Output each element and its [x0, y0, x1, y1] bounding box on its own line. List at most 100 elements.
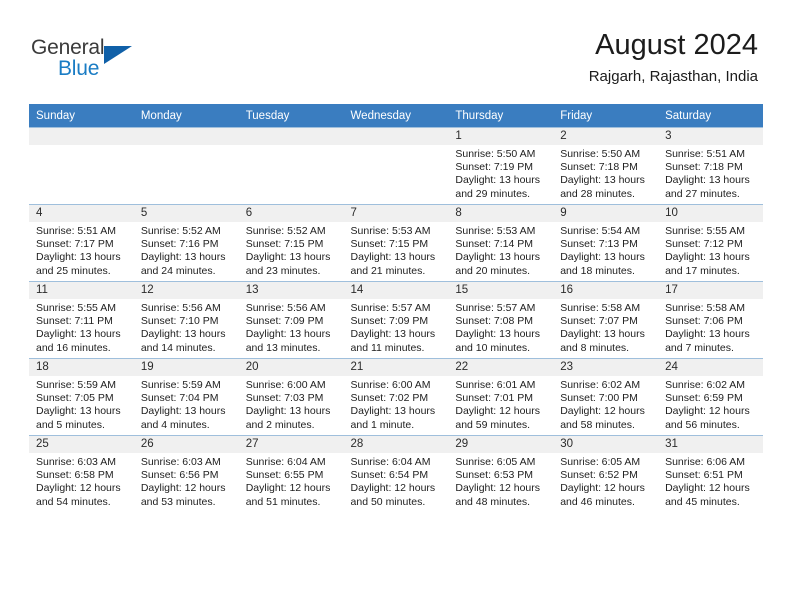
calendar-day-cell[interactable]: 19 Sunrise: 5:59 AM Sunset: 7:04 PM Dayligh… — [133, 358, 239, 436]
calendar-day-cell[interactable]: 2 Sunrise: 5:50 AM Sunset: 7:18 PM Daylight… — [553, 127, 659, 205]
calendar-day-cell[interactable]: 11 Sunrise: 5:55 AM Sunset: 7:11 PM Dayligh… — [29, 281, 134, 359]
day-cell-inner: 15 Sunrise: 5:57 AM Sunset: 7:08 PM Dayligh… — [448, 282, 554, 358]
day-cell-inner: 5 Sunrise: 5:52 AM Sunset: 7:16 PM Daylight… — [133, 205, 239, 281]
daylight-text-line1: Daylight: 12 hours — [560, 405, 645, 418]
calendar-day-cell[interactable]: 18 Sunrise: 5:59 AM Sunset: 7:05 PM Dayligh… — [29, 358, 134, 436]
calendar-day-cell[interactable]: 7 Sunrise: 5:53 AM Sunset: 7:15 PM Daylight… — [343, 204, 449, 282]
day-details: Sunrise: 5:57 AM Sunset: 7:09 PM Daylight:… — [344, 299, 449, 355]
daylight-text-line2: and 21 minutes. — [350, 264, 426, 277]
day-number: 2 — [553, 128, 659, 145]
daylight-text-line1: Daylight: 13 hours — [36, 251, 121, 264]
calendar-day-cell[interactable]: 28 Sunrise: 6:04 AM Sunset: 6:54 PM Dayligh… — [343, 435, 449, 512]
calendar-day-cell[interactable]: 12 Sunrise: 5:56 AM Sunset: 7:10 PM Dayligh… — [133, 281, 239, 359]
calendar-day-cell[interactable]: 15 Sunrise: 5:57 AM Sunset: 7:08 PM Dayligh… — [448, 281, 554, 359]
day-number: 19 — [133, 359, 239, 376]
day-cell-inner: 17 Sunrise: 5:58 AM Sunset: 7:06 PM Dayligh… — [658, 282, 763, 358]
daylight-text-line2: and 48 minutes. — [455, 495, 531, 508]
sunrise-text: Sunrise: 5:50 AM — [455, 148, 536, 160]
sunrise-text: Sunrise: 6:04 AM — [245, 456, 326, 468]
calendar-day-cell[interactable]: 5 Sunrise: 5:52 AM Sunset: 7:16 PM Daylight… — [133, 204, 239, 282]
calendar-day-cell[interactable]: 22 Sunrise: 6:01 AM Sunset: 7:01 PM Dayligh… — [448, 358, 554, 436]
calendar-day-cell[interactable]: 4 Sunrise: 5:51 AM Sunset: 7:17 PM Daylight… — [29, 204, 134, 282]
sunrise-text: Sunrise: 6:05 AM — [455, 456, 536, 468]
day-details: Sunrise: 5:59 AM Sunset: 7:04 PM Daylight:… — [134, 376, 239, 432]
daylight-text-line2: and 53 minutes. — [140, 495, 216, 508]
day-cell-inner: 30 Sunrise: 6:05 AM Sunset: 6:52 PM Dayligh… — [553, 436, 659, 512]
daylight-text-line2: and 56 minutes. — [665, 418, 740, 431]
sunset-text: Sunset: 7:09 PM — [350, 315, 429, 328]
day-cell-inner: 6 Sunrise: 5:52 AM Sunset: 7:15 PM Daylight… — [238, 205, 344, 281]
calendar-day-cell[interactable]: 31 Sunrise: 6:06 AM Sunset: 6:51 PM Dayligh… — [658, 435, 763, 512]
daylight-text-line2: and 50 minutes. — [350, 495, 426, 508]
calendar-day-cell[interactable]: 16 Sunrise: 5:58 AM Sunset: 7:07 PM Dayligh… — [553, 281, 659, 359]
daylight-text-line2: and 14 minutes. — [140, 341, 216, 354]
calendar-page: General Blue August 2024 Rajgarh, Rajast… — [0, 0, 792, 612]
weekday-header-tuesday: Tuesday — [238, 104, 344, 128]
sunset-text: Sunset: 7:07 PM — [560, 315, 638, 328]
daylight-text-line1: Daylight: 13 hours — [245, 251, 331, 264]
daylight-text-line2: and 18 minutes. — [560, 264, 635, 277]
calendar-day-cell[interactable]: 10 Sunrise: 5:55 AM Sunset: 7:12 PM Dayligh… — [658, 204, 763, 282]
sunset-text: Sunset: 7:13 PM — [560, 238, 638, 251]
calendar-day-cell-empty — [238, 127, 344, 205]
sunset-text: Sunset: 7:00 PM — [560, 392, 638, 405]
daylight-text-line1: Daylight: 13 hours — [350, 251, 436, 264]
weekday-header-wednesday: Wednesday — [343, 104, 449, 128]
calendar-day-cell[interactable]: 26 Sunrise: 6:03 AM Sunset: 6:56 PM Dayligh… — [133, 435, 239, 512]
sunset-text: Sunset: 7:19 PM — [455, 161, 534, 174]
daylight-text-line1: Daylight: 13 hours — [245, 328, 331, 341]
calendar-day-cell[interactable]: 8 Sunrise: 5:53 AM Sunset: 7:14 PM Daylight… — [448, 204, 554, 282]
daylight-text-line2: and 11 minutes. — [350, 341, 425, 354]
daylight-text-line2: and 51 minutes. — [245, 495, 321, 508]
daylight-text-line1: Daylight: 12 hours — [455, 405, 541, 418]
day-number: 5 — [133, 205, 239, 222]
sunset-text: Sunset: 7:18 PM — [665, 161, 743, 174]
calendar-day-cell[interactable]: 1 Sunrise: 5:50 AM Sunset: 7:19 PM Daylight… — [448, 127, 554, 205]
calendar-week-row: 4 Sunrise: 5:51 AM Sunset: 7:17 PM Daylight… — [29, 204, 763, 282]
day-cell-inner: 27 Sunrise: 6:04 AM Sunset: 6:55 PM Dayligh… — [238, 436, 344, 512]
calendar-day-cell[interactable]: 20 Sunrise: 6:00 AM Sunset: 7:03 PM Dayligh… — [238, 358, 344, 436]
calendar-day-cell[interactable]: 25 Sunrise: 6:03 AM Sunset: 6:58 PM Dayligh… — [29, 435, 134, 512]
page-title: August 2024 — [595, 29, 758, 61]
daylight-text-line1: Daylight: 13 hours — [350, 328, 436, 341]
day-cell-inner: 8 Sunrise: 5:53 AM Sunset: 7:14 PM Daylight… — [448, 205, 554, 281]
sunset-text: Sunset: 6:53 PM — [455, 469, 534, 482]
calendar-day-cell-empty — [29, 127, 134, 205]
brand-logo[interactable]: General Blue — [31, 36, 231, 86]
calendar-day-cell[interactable]: 6 Sunrise: 5:52 AM Sunset: 7:15 PM Daylight… — [238, 204, 344, 282]
day-details: Sunrise: 5:51 AM Sunset: 7:18 PM Daylight:… — [658, 145, 763, 201]
daylight-text-line2: and 54 minutes. — [36, 495, 111, 508]
weekday-header-saturday: Saturday — [658, 104, 763, 128]
calendar-day-cell[interactable]: 17 Sunrise: 5:58 AM Sunset: 7:06 PM Dayligh… — [658, 281, 763, 359]
calendar-day-cell[interactable]: 14 Sunrise: 5:57 AM Sunset: 7:09 PM Dayligh… — [343, 281, 449, 359]
day-number: 12 — [133, 282, 239, 299]
calendar-day-cell[interactable]: 24 Sunrise: 6:02 AM Sunset: 6:59 PM Dayligh… — [658, 358, 763, 436]
sunrise-text: Sunrise: 5:55 AM — [665, 225, 746, 237]
daylight-text-line2: and 5 minutes. — [36, 418, 105, 431]
day-cell-inner: 14 Sunrise: 5:57 AM Sunset: 7:09 PM Dayligh… — [343, 282, 449, 358]
day-cell-inner — [343, 128, 449, 204]
daylight-text-line2: and 46 minutes. — [560, 495, 635, 508]
sunrise-text: Sunrise: 6:03 AM — [140, 456, 221, 468]
day-cell-inner: 28 Sunrise: 6:04 AM Sunset: 6:54 PM Dayligh… — [343, 436, 449, 512]
calendar-day-cell[interactable]: 3 Sunrise: 5:51 AM Sunset: 7:18 PM Daylight… — [658, 127, 763, 205]
sunrise-text: Sunrise: 6:05 AM — [560, 456, 641, 468]
calendar-day-cell[interactable]: 30 Sunrise: 6:05 AM Sunset: 6:52 PM Dayligh… — [553, 435, 659, 512]
daylight-text-line1: Daylight: 13 hours — [350, 405, 436, 418]
day-details: Sunrise: 5:50 AM Sunset: 7:18 PM Daylight:… — [553, 145, 658, 201]
day-cell-inner: 25 Sunrise: 6:03 AM Sunset: 6:58 PM Dayligh… — [29, 436, 134, 512]
calendar-day-cell[interactable]: 9 Sunrise: 5:54 AM Sunset: 7:13 PM Daylight… — [553, 204, 659, 282]
day-cell-inner: 20 Sunrise: 6:00 AM Sunset: 7:03 PM Dayligh… — [238, 359, 344, 435]
day-number: 15 — [448, 282, 554, 299]
day-details: Sunrise: 5:53 AM Sunset: 7:14 PM Daylight:… — [448, 222, 553, 278]
calendar-day-cell[interactable]: 21 Sunrise: 6:00 AM Sunset: 7:02 PM Dayligh… — [343, 358, 449, 436]
sunrise-text: Sunrise: 5:57 AM — [455, 302, 536, 314]
daylight-text-line2: and 20 minutes. — [455, 264, 531, 277]
calendar-day-cell[interactable]: 29 Sunrise: 6:05 AM Sunset: 6:53 PM Dayligh… — [448, 435, 554, 512]
calendar-day-cell[interactable]: 23 Sunrise: 6:02 AM Sunset: 7:00 PM Dayligh… — [553, 358, 659, 436]
calendar-day-cell[interactable]: 27 Sunrise: 6:04 AM Sunset: 6:55 PM Dayligh… — [238, 435, 344, 512]
day-cell-inner: 10 Sunrise: 5:55 AM Sunset: 7:12 PM Dayligh… — [658, 205, 763, 281]
day-cell-inner: 21 Sunrise: 6:00 AM Sunset: 7:02 PM Dayligh… — [343, 359, 449, 435]
calendar-day-cell[interactable]: 13 Sunrise: 5:56 AM Sunset: 7:09 PM Dayligh… — [238, 281, 344, 359]
daylight-text-line2: and 2 minutes. — [245, 418, 315, 431]
